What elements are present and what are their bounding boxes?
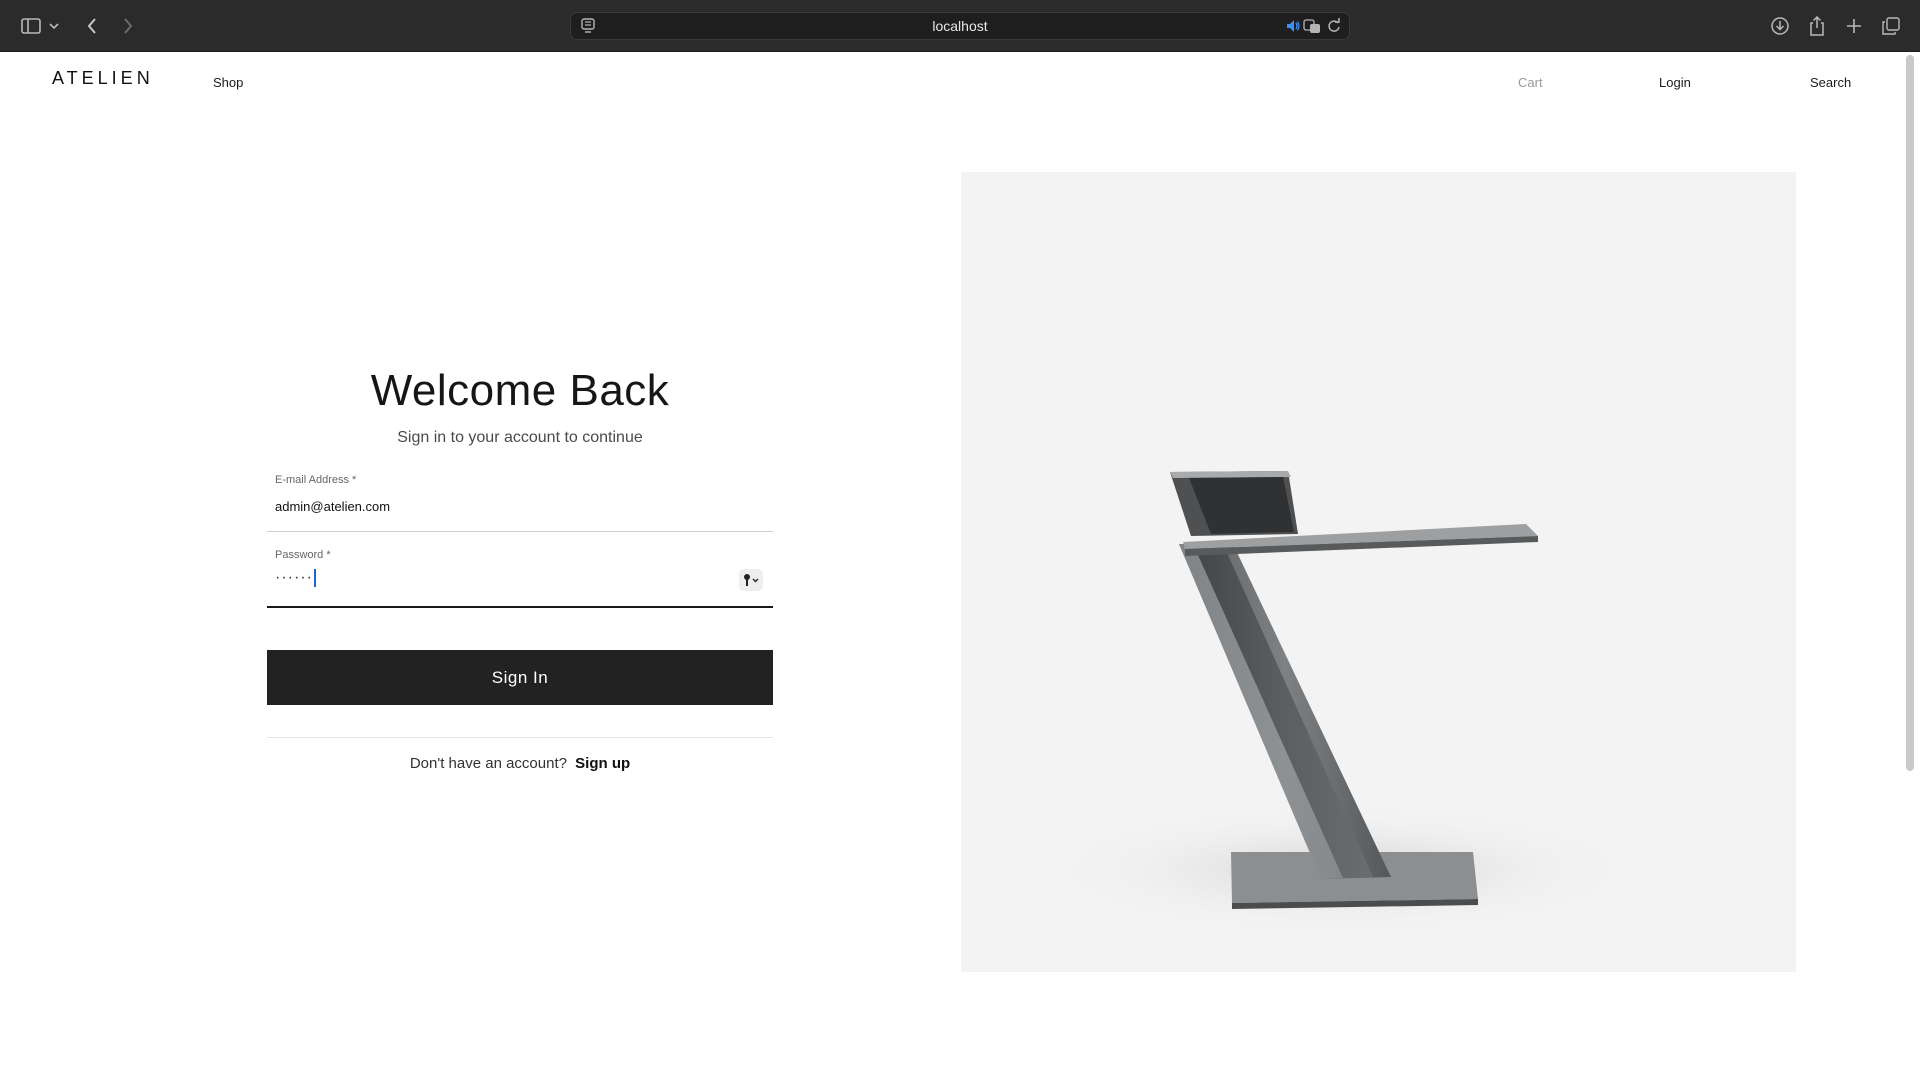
nav-shop[interactable]: Shop (213, 75, 243, 90)
password-field[interactable]: Password * ······ (267, 544, 773, 608)
signup-prompt-row: Don't have an account? Sign up (267, 755, 773, 772)
nav-cart[interactable]: Cart (1518, 75, 1543, 90)
speaker-icon[interactable] (1285, 18, 1301, 34)
address-bar[interactable]: localhost (570, 12, 1350, 40)
forward-icon[interactable] (114, 12, 142, 40)
signup-prompt-text: Don't have an account? (409, 755, 567, 772)
email-label: E-mail Address * (275, 474, 357, 486)
back-icon[interactable] (78, 12, 106, 40)
text-caret (313, 569, 316, 587)
nav-search[interactable]: Search (1810, 75, 1851, 90)
divider (267, 737, 773, 738)
sign-in-button[interactable]: Sign In (267, 650, 773, 705)
password-mask: ······ (275, 569, 313, 587)
page-scrollbar[interactable] (1906, 55, 1914, 771)
password-label: Password * (275, 549, 331, 561)
share-icon[interactable] (1803, 12, 1831, 40)
chevron-down-icon[interactable] (46, 12, 62, 40)
hero-image (961, 172, 1796, 972)
download-icon[interactable] (1766, 12, 1794, 40)
new-tab-icon[interactable] (1840, 12, 1868, 40)
url-text: localhost (932, 18, 988, 34)
site-logo[interactable]: ATELIEN (52, 68, 154, 89)
password-input[interactable]: ······ (275, 569, 316, 587)
translate-icon[interactable] (1303, 18, 1321, 34)
password-key-icon[interactable] (739, 569, 763, 591)
browser-toolbar: localhost (0, 0, 1920, 52)
nav-login[interactable]: Login (1659, 75, 1691, 90)
reload-icon[interactable] (1327, 18, 1341, 34)
sidebar-icon[interactable] (17, 12, 45, 40)
email-field[interactable]: E-mail Address * admin@atelien.com (267, 470, 773, 532)
email-input[interactable]: admin@atelien.com (275, 499, 390, 514)
tabs-overview-icon[interactable] (1877, 12, 1905, 40)
page-title: Welcome Back (370, 366, 670, 415)
steel-side-table-illustration (1041, 471, 1641, 935)
sign-up-link[interactable]: Sign up (575, 755, 630, 772)
page-subtitle: Sign in to your account to continue (397, 429, 643, 446)
